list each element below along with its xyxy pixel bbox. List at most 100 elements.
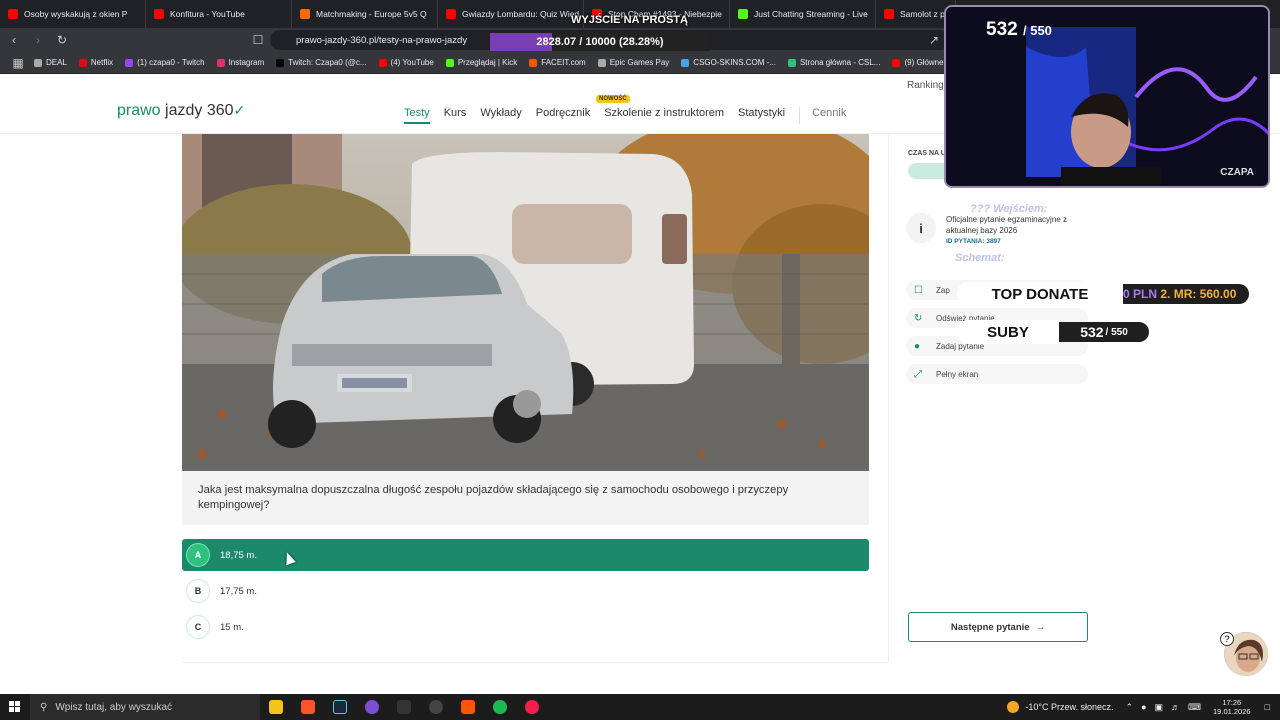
bookmark-item[interactable]: CSGO-SKINS.COM -... [681,58,776,67]
tab-favicon-icon [8,9,18,19]
bookmark-favicon-icon [445,58,454,67]
bookmark-item[interactable]: Strona główna - CSL... [787,58,881,67]
obs-icon[interactable] [356,694,388,720]
answer-letter: C [186,615,210,639]
bookmark-favicon-icon [378,58,387,67]
bookmark-label: Strona główna - CSL... [799,58,881,67]
bookmark-label: Twitch: Czapa0 (@c... [288,58,367,67]
subs-total: / 550 [1105,326,1128,338]
answer-option-c[interactable]: C 15 m. [182,611,869,643]
sidebar-divider [888,134,889,662]
main-nav: Testy Kurs Wykłady Podręcznik Szkolenie … [404,107,860,124]
fullscreen-button[interactable]: ⤢ Pełny ekran [906,364,1088,384]
apps-grid-icon[interactable]: ▦ [8,53,28,73]
tab-favicon-icon [738,9,748,19]
forward-icon[interactable]: › [28,30,48,50]
volume-icon[interactable]: ♬ [1171,702,1180,712]
bookmark-label: Epic Games Pay [609,58,670,67]
bookmark-star-icon[interactable]: ☐ [248,30,268,50]
next-question-label: Następne pytanie [950,621,1030,633]
bookmark-item[interactable]: Przeglądaj | Kick [445,58,517,67]
top-donate-label: TOP DONATE [957,282,1123,306]
answer-option-b[interactable]: B 17,75 m. [182,575,869,607]
top-donate-value-box: 0 PLN 2. MR: 560.00 [1123,284,1249,304]
bookmark-item[interactable]: FACEIT.com [529,58,586,67]
weather-text[interactable]: -10°C Przew. słonecz. [1025,702,1113,712]
nav-lectures[interactable]: Wykłady [480,107,521,124]
bookmark-label: Instagram [228,58,265,67]
answer-letter: A [186,543,210,567]
browser-tab[interactable]: Gwiazdy Lombardu: Quiz Wied [438,0,584,28]
app-icon[interactable] [420,694,452,720]
tab-favicon-icon [300,9,310,19]
bookmark-favicon-icon [34,58,42,67]
fullscreen-label: Pełny ekran [936,369,979,379]
nav-course[interactable]: Kurs [444,107,467,124]
info-text: Oficjalne pytanie egzaminacyjne z aktual… [946,215,1067,235]
spotify-icon[interactable] [484,694,516,720]
bookmark-item[interactable]: (4) YouTube [378,58,434,67]
nav-statistics[interactable]: Statystyki [738,107,785,124]
cam-count: 532 / 550 [986,19,1052,41]
bookmark-item[interactable]: (9) Główne [892,58,944,67]
share-icon[interactable]: ↗ [924,30,944,50]
faceit-icon[interactable] [452,694,484,720]
file-explorer-icon[interactable] [260,694,292,720]
bookmark-item[interactable]: DEAL [34,58,67,67]
bookmark-item[interactable]: (1) czapa0 - Twitch [125,58,205,67]
browser-tab[interactable]: Just Chatting Streaming - Live [730,0,876,28]
bookmark-item[interactable]: Netflix [78,58,113,67]
brave-browser-icon[interactable] [292,694,324,720]
subs-label: SUBY [957,320,1059,344]
opera-gx-icon[interactable] [516,694,548,720]
ranking-link[interactable]: Ranking [907,80,944,91]
cam-count-total: / 550 [1022,23,1052,38]
microphone-icon[interactable]: ● [1141,702,1146,712]
check-circle-icon: ✓ [233,102,246,118]
bookmark-label: CSGO-SKINS.COM -... [693,58,776,67]
clock[interactable]: 17:26 19.01.2026 [1213,698,1251,716]
keyboard-icon[interactable]: ⌨ [1188,702,1201,713]
cam-streamer-name: CZAPA [1220,167,1254,178]
tray-chevron-icon[interactable]: ⌃ [1126,702,1134,713]
new-badge: NOWOŚĆ [596,95,630,103]
epic-games-icon[interactable] [388,694,420,720]
chat-icon: ● [914,340,921,352]
timer-label: CZAS NA U [908,150,946,157]
browser-tab[interactable]: Matchmaking - Europe 5v5 Q [292,0,438,28]
steam-icon[interactable] [324,694,356,720]
network-icon[interactable]: ▣ [1155,702,1164,713]
subs-value-box: 532 / 550 [1059,322,1149,342]
bookmark-item[interactable]: Twitch: Czapa0 (@c... [276,58,367,67]
browser-tab[interactable]: Osoby wyskakują z okien P [0,0,146,28]
nav-tests[interactable]: Testy [404,107,430,124]
logo-part-2: jazdy 360 [165,102,234,119]
back-icon[interactable]: ‹ [4,30,24,50]
browser-tab[interactable]: Konfitura - YouTube [146,0,292,28]
help-question-icon[interactable]: ? [1220,632,1234,646]
bookmark-item[interactable]: Epic Games Pay [597,58,670,67]
system-tray: -10°C Przew. słonecz. ⌃ ● ▣ ♬ ⌨ 17:26 19… [1007,694,1280,720]
tab-favicon-icon [154,9,164,19]
logo-part-1: prawo [117,102,161,119]
taskbar-search[interactable]: ⚲ Wpisz tutaj, aby wyszukać [30,694,260,720]
url-text: prawo-jazdy-360.pl/testy-na-prawo-jazdy [296,34,468,46]
nav-handbook[interactable]: Podręcznik [536,107,590,124]
notifications-icon[interactable]: □ [1265,702,1270,712]
arrow-right-icon: → [1035,621,1046,633]
nav-instructor-training[interactable]: Szkolenie z instruktorem [604,107,724,124]
tab-title: Gwiazdy Lombardu: Quiz Wied [462,9,580,19]
bookmark-label: FACEIT.com [541,58,586,67]
windows-start-icon[interactable] [0,694,30,720]
tab-title: Osoby wyskakują z okien P [24,9,128,19]
nav-pricing[interactable]: Cennik [799,107,846,124]
reload-icon[interactable]: ↻ [52,30,72,50]
bookmark-item[interactable]: Instagram [216,58,265,67]
site-logo[interactable]: prawo jazdy 360✓ [117,102,245,120]
cam-count-value: 532 [986,19,1018,40]
next-question-button[interactable]: Następne pytanie → [908,612,1088,642]
bookmark-favicon-icon [125,58,134,67]
bookmark-label: DEAL [46,58,67,67]
content-divider [182,662,888,663]
bookmark-label: (1) czapa0 - Twitch [137,58,205,67]
